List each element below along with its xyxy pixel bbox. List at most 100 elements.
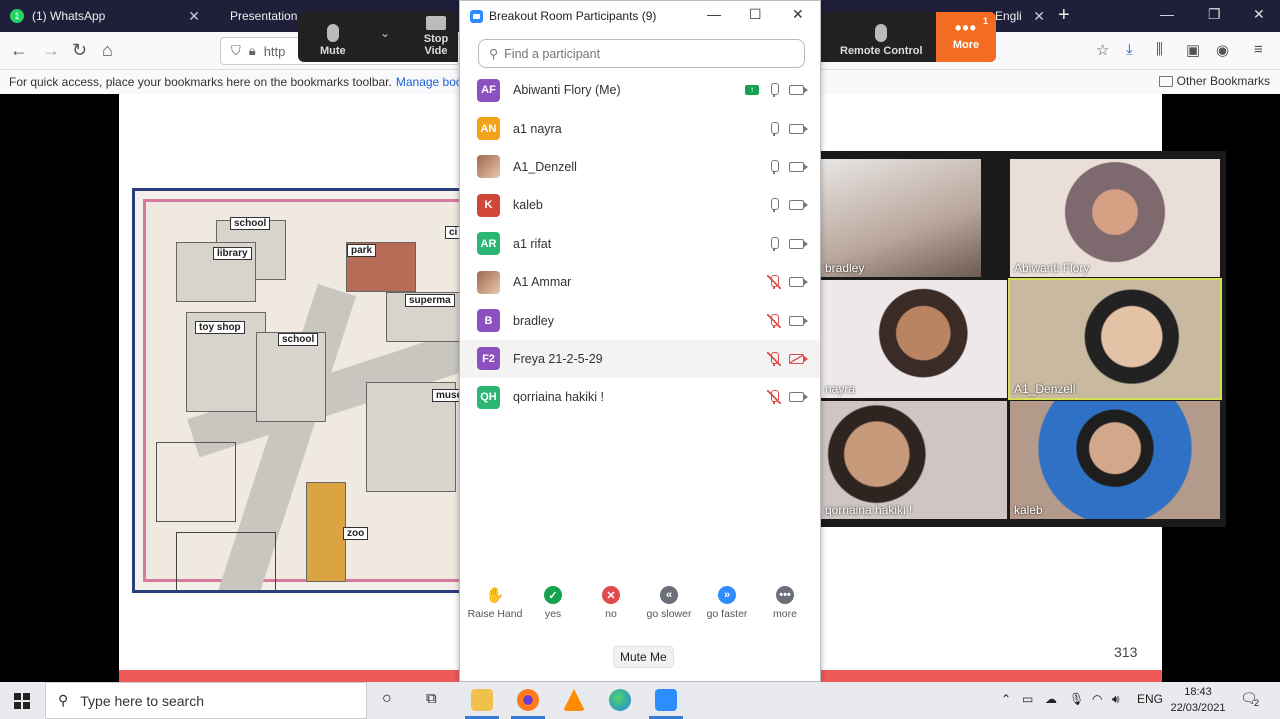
video-tile[interactable]: bradley bbox=[821, 159, 981, 277]
video-camera-icon[interactable] bbox=[789, 161, 808, 172]
video-tile[interactable]: kaleb bbox=[1010, 401, 1220, 519]
video-camera-icon[interactable] bbox=[789, 200, 808, 211]
participant-row[interactable]: AF Abiwanti Flory (Me) ↑ bbox=[460, 71, 820, 109]
account-icon[interactable]: ◉ bbox=[1216, 41, 1229, 59]
tab-whatsapp[interactable]: 1 (1) WhatsApp ✕ bbox=[0, 0, 210, 32]
mute-button[interactable]: Mute bbox=[320, 24, 346, 57]
participant-row[interactable]: QH qorriaina hakiki ! bbox=[460, 378, 820, 416]
search-input[interactable] bbox=[504, 46, 785, 61]
tab-presentation[interactable]: Presentation bbox=[212, 0, 302, 32]
edge-icon[interactable] bbox=[609, 689, 631, 711]
microphone-icon[interactable] bbox=[767, 159, 781, 174]
video-tile[interactable]: Abiwanti Flory bbox=[1010, 159, 1220, 277]
remote-control-button[interactable]: Remote Control bbox=[840, 24, 923, 57]
language-indicator[interactable]: ENG bbox=[1137, 692, 1163, 706]
participant-search[interactable]: ⚲ bbox=[478, 39, 805, 68]
close-icon[interactable]: ✕ bbox=[792, 6, 804, 23]
microphone-muted-icon[interactable] bbox=[767, 275, 781, 290]
battery-icon[interactable]: ▭ bbox=[1022, 692, 1033, 706]
file-explorer-icon[interactable] bbox=[471, 689, 493, 711]
close-window-icon[interactable]: ✕ bbox=[1253, 6, 1265, 23]
other-bookmarks[interactable]: Other Bookmarks bbox=[1158, 74, 1270, 88]
chevron-up-icon[interactable]: ⌃ bbox=[1001, 692, 1011, 706]
windows-start-icon[interactable] bbox=[14, 693, 30, 709]
stop-video-button[interactable]: Stop Vide bbox=[414, 16, 458, 57]
share-screen-icon: ↑ bbox=[745, 85, 759, 96]
clock[interactable]: 18:43 22/03/2021 bbox=[1170, 684, 1226, 716]
mute-me-button[interactable]: Mute Me bbox=[613, 646, 674, 668]
participant-row[interactable]: Kkaleb bbox=[460, 186, 820, 224]
task-view-icon[interactable]: ⧉ bbox=[426, 690, 437, 707]
home-icon[interactable]: ⌂ bbox=[102, 40, 113, 61]
folder-icon bbox=[1158, 75, 1173, 87]
microphone-icon[interactable] bbox=[767, 83, 781, 98]
reaction-go-slower-button[interactable]: « go slower bbox=[641, 586, 697, 620]
microphone-muted-icon[interactable] bbox=[767, 351, 781, 366]
video-off-icon[interactable] bbox=[789, 353, 808, 364]
video-camera-icon[interactable] bbox=[789, 392, 808, 403]
taskbar-search[interactable]: ⚲ Type here to search bbox=[45, 682, 367, 719]
video-tile[interactable]: nayra bbox=[821, 280, 1007, 398]
participant-status-icons: ↑ bbox=[745, 83, 808, 98]
participant-status-icons bbox=[767, 275, 808, 290]
video-camera-icon[interactable] bbox=[789, 85, 808, 96]
maximize-icon[interactable]: ☐ bbox=[749, 6, 762, 23]
minimize-icon[interactable]: — bbox=[1160, 6, 1174, 22]
microphone-icon[interactable] bbox=[767, 236, 781, 251]
clock-time: 18:43 bbox=[1184, 686, 1212, 698]
reaction-go-faster-button[interactable]: » go faster bbox=[699, 586, 755, 620]
microphone-icon[interactable] bbox=[767, 121, 781, 136]
reaction-no-button[interactable]: ✕ no bbox=[583, 586, 639, 620]
participant-row[interactable]: Bbradley bbox=[460, 301, 820, 339]
volume-icon[interactable]: 🔊︎ bbox=[1112, 692, 1120, 707]
new-tab-button[interactable]: + bbox=[1058, 4, 1070, 27]
reaction-yes-button[interactable]: ✓ yes bbox=[525, 586, 581, 620]
participant-status-icons bbox=[767, 390, 808, 405]
video-tile-active-speaker[interactable]: A1_Denzell bbox=[1008, 278, 1222, 400]
menu-icon[interactable]: ≡ bbox=[1254, 41, 1263, 58]
reload-icon[interactable]: ↻ bbox=[72, 40, 87, 61]
participant-row[interactable]: AR a1 rifat bbox=[460, 225, 820, 263]
video-camera-icon[interactable] bbox=[789, 238, 808, 249]
participant-row[interactable]: F2 Freya 21-2-5-29 bbox=[460, 339, 820, 379]
microphone-icon[interactable] bbox=[767, 198, 781, 213]
cortana-icon[interactable]: ○ bbox=[382, 690, 392, 708]
avatar bbox=[477, 155, 500, 179]
participant-row[interactable]: A1_Denzell bbox=[460, 148, 820, 186]
x-icon: ✕ bbox=[602, 586, 620, 604]
video-camera-icon[interactable] bbox=[789, 277, 808, 288]
chevron-down-icon[interactable]: ⌄ bbox=[380, 26, 390, 40]
library-icon[interactable]: ⫼ bbox=[1156, 41, 1163, 58]
microphone-muted-icon[interactable] bbox=[767, 313, 781, 328]
zoom-app-icon[interactable] bbox=[655, 689, 677, 711]
sidebar-icon[interactable]: ▣ bbox=[1186, 41, 1200, 59]
video-camera-icon[interactable] bbox=[789, 123, 808, 134]
reaction-raise-hand-button[interactable]: ✋ Raise Hand bbox=[467, 586, 523, 620]
wifi-icon[interactable]: ◠ bbox=[1092, 692, 1102, 706]
microphone-muted-icon[interactable] bbox=[767, 390, 781, 405]
participant-name: kaleb bbox=[513, 198, 543, 213]
close-icon[interactable]: ✕ bbox=[188, 8, 200, 25]
participant-row[interactable]: A1 Ammar bbox=[460, 263, 820, 301]
participant-row[interactable]: AN a1 nayra bbox=[460, 109, 820, 147]
more-label: More bbox=[952, 39, 980, 51]
reaction-label: Raise Hand bbox=[467, 608, 523, 620]
forward-icon[interactable]: → bbox=[42, 40, 60, 61]
notification-count: 2 bbox=[1254, 698, 1260, 708]
minimize-icon[interactable]: — bbox=[707, 6, 721, 22]
reaction-more-button[interactable]: ••• more bbox=[757, 586, 813, 620]
page-number: 313 bbox=[1114, 644, 1138, 660]
microphone-icon[interactable]: 🎙︎ bbox=[1069, 692, 1084, 706]
vlc-icon[interactable] bbox=[563, 689, 585, 711]
back-icon[interactable]: ← bbox=[10, 40, 28, 61]
bookmark-star-icon[interactable]: ☆ bbox=[1096, 41, 1109, 59]
close-icon[interactable]: ✕ bbox=[1033, 8, 1045, 25]
more-button[interactable]: 1 ••• More bbox=[936, 12, 996, 62]
map-label: school bbox=[278, 333, 319, 346]
onedrive-icon[interactable]: ☁ bbox=[1045, 692, 1057, 706]
firefox-icon[interactable] bbox=[517, 689, 539, 711]
video-camera-icon[interactable] bbox=[789, 315, 808, 326]
video-tile[interactable]: qorriaina hakiki ! bbox=[821, 401, 1007, 519]
restore-icon[interactable]: ❐ bbox=[1208, 6, 1221, 23]
download-icon[interactable]: ⤓ bbox=[1126, 41, 1133, 58]
